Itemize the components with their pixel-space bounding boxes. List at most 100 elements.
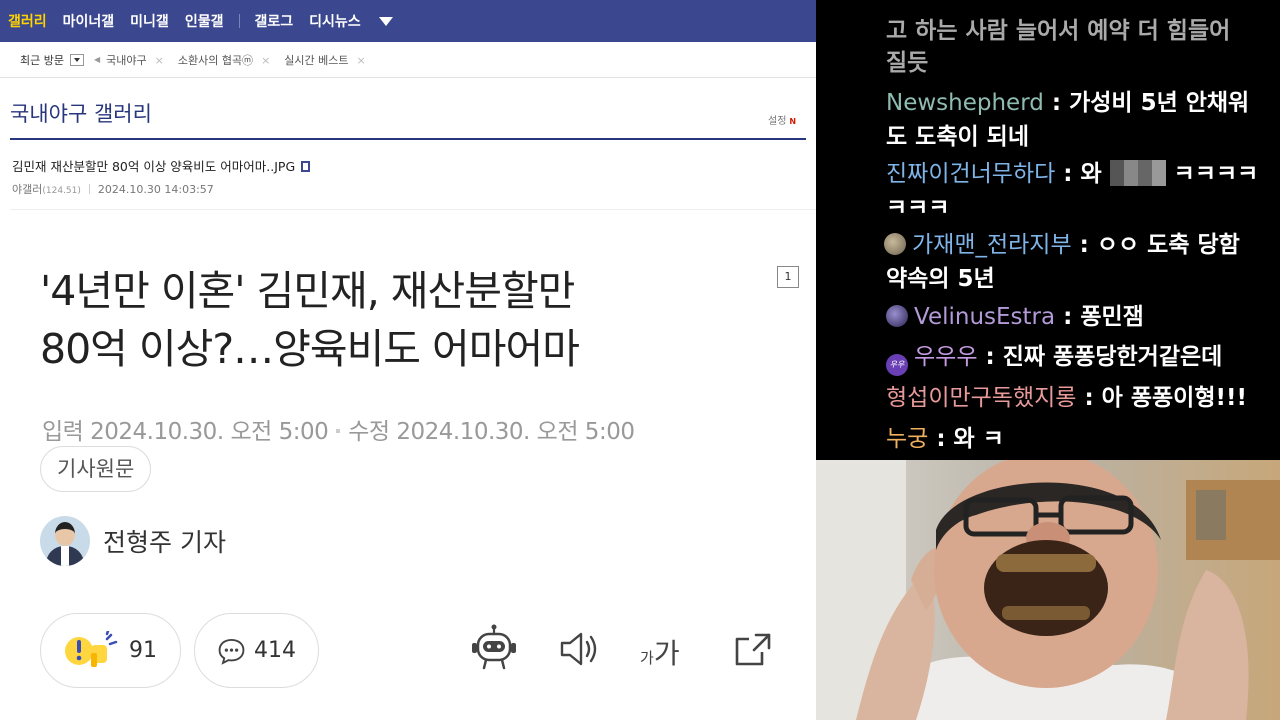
chevron-left-icon[interactable]: ◀ — [94, 55, 100, 64]
post-author[interactable]: 야갤러 — [12, 183, 42, 196]
recent-chip-best[interactable]: 실시간 베스트 × — [284, 52, 365, 68]
webcam-person-illustration — [816, 460, 1280, 720]
censored-mosaic — [1109, 160, 1166, 186]
chip-label: 국내야구 — [106, 53, 147, 67]
nav-gallery[interactable]: 갤러리 — [8, 11, 47, 31]
chat-partial-line-1: 고 하는 사람 늘어서 예약 더 힘들어 — [886, 18, 1231, 44]
chat-nick[interactable]: Newshepherd — [886, 90, 1044, 116]
chat-message: VelinusEstra : 퐁민잼 — [886, 300, 1276, 334]
chat-text-cont: ㅋㅋㅋ — [886, 195, 950, 221]
font-size-button[interactable]: 가가 — [640, 632, 680, 672]
settings-label: 설정 — [768, 116, 787, 127]
post-divider — [10, 209, 816, 210]
chat-text: 퐁민잼 — [1080, 304, 1144, 330]
chat-partial-line-2: 질듯 — [886, 50, 929, 76]
chat-text-cont: 약속의 5년 — [886, 266, 995, 292]
reaction-emoji-icon — [65, 630, 118, 667]
comment-count: 414 — [254, 638, 296, 663]
reporter-name: 전형주 기자 — [103, 528, 226, 557]
recent-chip-lol[interactable]: 소환사의 협곡ⓜ × — [178, 52, 270, 68]
gallery-settings[interactable]: 설정 N — [768, 112, 796, 127]
comment-button[interactable]: 414 — [194, 613, 319, 688]
reaction-button[interactable]: 91 — [40, 613, 181, 688]
chip-label: 소환사의 협곡ⓜ — [177, 53, 254, 67]
robot-summary-icon[interactable] — [470, 624, 518, 670]
recent-visit-label: 최근 방문 — [20, 53, 64, 67]
title-divider — [10, 138, 806, 140]
chat-message: 형섭이만구독했지롱 : 아 퐁퐁이형!!! — [886, 381, 1276, 415]
chat-sep: : — [1076, 385, 1102, 411]
nav-gallog[interactable]: 갤로그 — [254, 11, 293, 31]
headline-line-2: 80억 이상?…양육비도 어마어마 — [40, 325, 580, 373]
chat-text: 진짜 퐁퐁당한거같은데 — [1002, 344, 1223, 370]
gallery-page: 갤러리 마이너갤 미니갤 인물갤 갤로그 디시뉴스 최근 방문 ◀ 국내야구 × … — [0, 0, 816, 720]
top-nav-bar: 갤러리 마이너갤 미니갤 인물갤 갤로그 디시뉴스 — [0, 0, 816, 42]
font-small-label: 가 — [640, 649, 654, 667]
chip-label: 실시간 베스트 — [284, 53, 349, 67]
date-separator — [336, 429, 341, 433]
chat-sep: : — [977, 344, 1003, 370]
headline-line-1: '4년만 이혼' 김민재, 재산분할만 — [40, 267, 575, 315]
chat-nick[interactable]: 형섭이만구독했지롱 — [886, 385, 1076, 411]
chat-text: 와 — [1080, 161, 1110, 187]
page-number-box: 1 — [777, 266, 799, 288]
image-post-icon — [301, 161, 311, 172]
reporter-info[interactable]: 전형주 기자 — [40, 516, 226, 566]
recent-chip-baseball[interactable]: 국내야구 × — [106, 52, 164, 68]
chat-nick[interactable]: 진짜이건너무하다 — [886, 161, 1055, 187]
chat-message: 누궁 : 와 ㅋ — [886, 422, 1276, 456]
chat-sep: : — [1055, 161, 1081, 187]
chat-nick[interactable]: VelinusEstra — [914, 304, 1055, 330]
fan-badge: 우우 — [886, 354, 908, 376]
edit-date: 수정 2024.10.30. 오전 5:00 — [348, 419, 635, 445]
close-icon[interactable]: × — [155, 54, 164, 67]
chat-message: 진짜이건너무하다 : 와 ㅋㅋㅋㅋ ㅋㅋㅋ — [886, 157, 1276, 225]
font-big-label: 가 — [653, 637, 680, 670]
recent-visit-bar: 최근 방문 ◀ 국내야구 × 소환사의 협곡ⓜ × 실시간 베스트 × — [0, 42, 816, 78]
user-avatar-badge — [884, 233, 906, 255]
chat-sep: : — [928, 426, 954, 452]
chat-text-cont: 도 도축이 되네 — [886, 124, 1029, 150]
chat-text: ㅇㅇ 도축 당함 — [1096, 232, 1240, 258]
nav-divider — [239, 14, 241, 28]
nav-person-gallery[interactable]: 인물갤 — [185, 11, 224, 31]
chat-nick[interactable]: 누궁 — [886, 426, 928, 452]
live-chat-panel: · · · · · · · · · · · · · · · · 고 하는 사람 … — [816, 0, 1280, 460]
article-dates: 입력 2024.10.30. 오전 5:00 수정 2024.10.30. 오전 … — [42, 412, 635, 446]
gallery-title[interactable]: 국내야구 갤러리 — [10, 98, 152, 128]
webcam-view — [816, 460, 1280, 720]
chat-message: 우우 우우우 : 진짜 퐁퐁당한거같은데 — [886, 340, 1276, 376]
nav-minor-gallery[interactable]: 마이너갤 — [63, 11, 115, 31]
user-avatar-badge — [886, 305, 908, 327]
share-icon[interactable] — [732, 628, 774, 670]
chat-sep: : — [1055, 304, 1081, 330]
speaker-icon[interactable] — [558, 630, 600, 668]
close-icon[interactable]: × — [261, 54, 270, 67]
chat-text: 와 ㅋ — [953, 426, 1004, 452]
chat-text-2: ㅋㅋㅋㅋ — [1165, 161, 1259, 187]
post-meta: 야갤러(124.51) 2024.10.30 14:03:57 — [12, 181, 214, 197]
chat-message: Newshepherd : 가성비 5년 안채워 도 도축이 되네 — [886, 86, 1276, 154]
article-headline: '4년만 이혼' 김민재, 재산분할만 80억 이상?…양육비도 어마어마 — [40, 262, 760, 378]
nav-more-triangle-icon[interactable] — [378, 16, 393, 26]
chat-sep: : — [1071, 232, 1097, 258]
chat-nick[interactable]: 우우우 — [914, 344, 977, 370]
nav-mini-gallery[interactable]: 미니갤 — [130, 11, 169, 31]
post-title: 김민재 재산분할만 80억 이상 양육비도 어마어마..JPG — [12, 156, 311, 175]
reaction-count: 91 — [129, 638, 157, 663]
recent-visit-dropdown-icon[interactable] — [69, 53, 84, 66]
original-article-button[interactable]: 기사원문 — [40, 446, 152, 492]
chat-text: 아 퐁퐁이형!!! — [1101, 385, 1247, 411]
close-icon[interactable]: × — [357, 54, 366, 67]
chat-sep: : — [1043, 90, 1070, 116]
new-badge: N — [789, 117, 797, 126]
meta-divider — [88, 184, 90, 194]
comment-bubble-icon — [218, 638, 245, 665]
reporter-avatar — [40, 516, 90, 566]
input-date: 입력 2024.10.30. 오전 5:00 — [42, 419, 329, 445]
post-title-text: 김민재 재산분할만 80억 이상 양육비도 어마어마..JPG — [12, 159, 296, 174]
chat-message: 가재맨_전라지부 : ㅇㅇ 도축 당함 약속의 5년 — [884, 228, 1276, 296]
post-datetime: 2024.10.30 14:03:57 — [97, 183, 214, 196]
nav-dcnews[interactable]: 디시뉴스 — [309, 11, 361, 31]
chat-nick[interactable]: 가재맨_전라지부 — [912, 232, 1072, 258]
